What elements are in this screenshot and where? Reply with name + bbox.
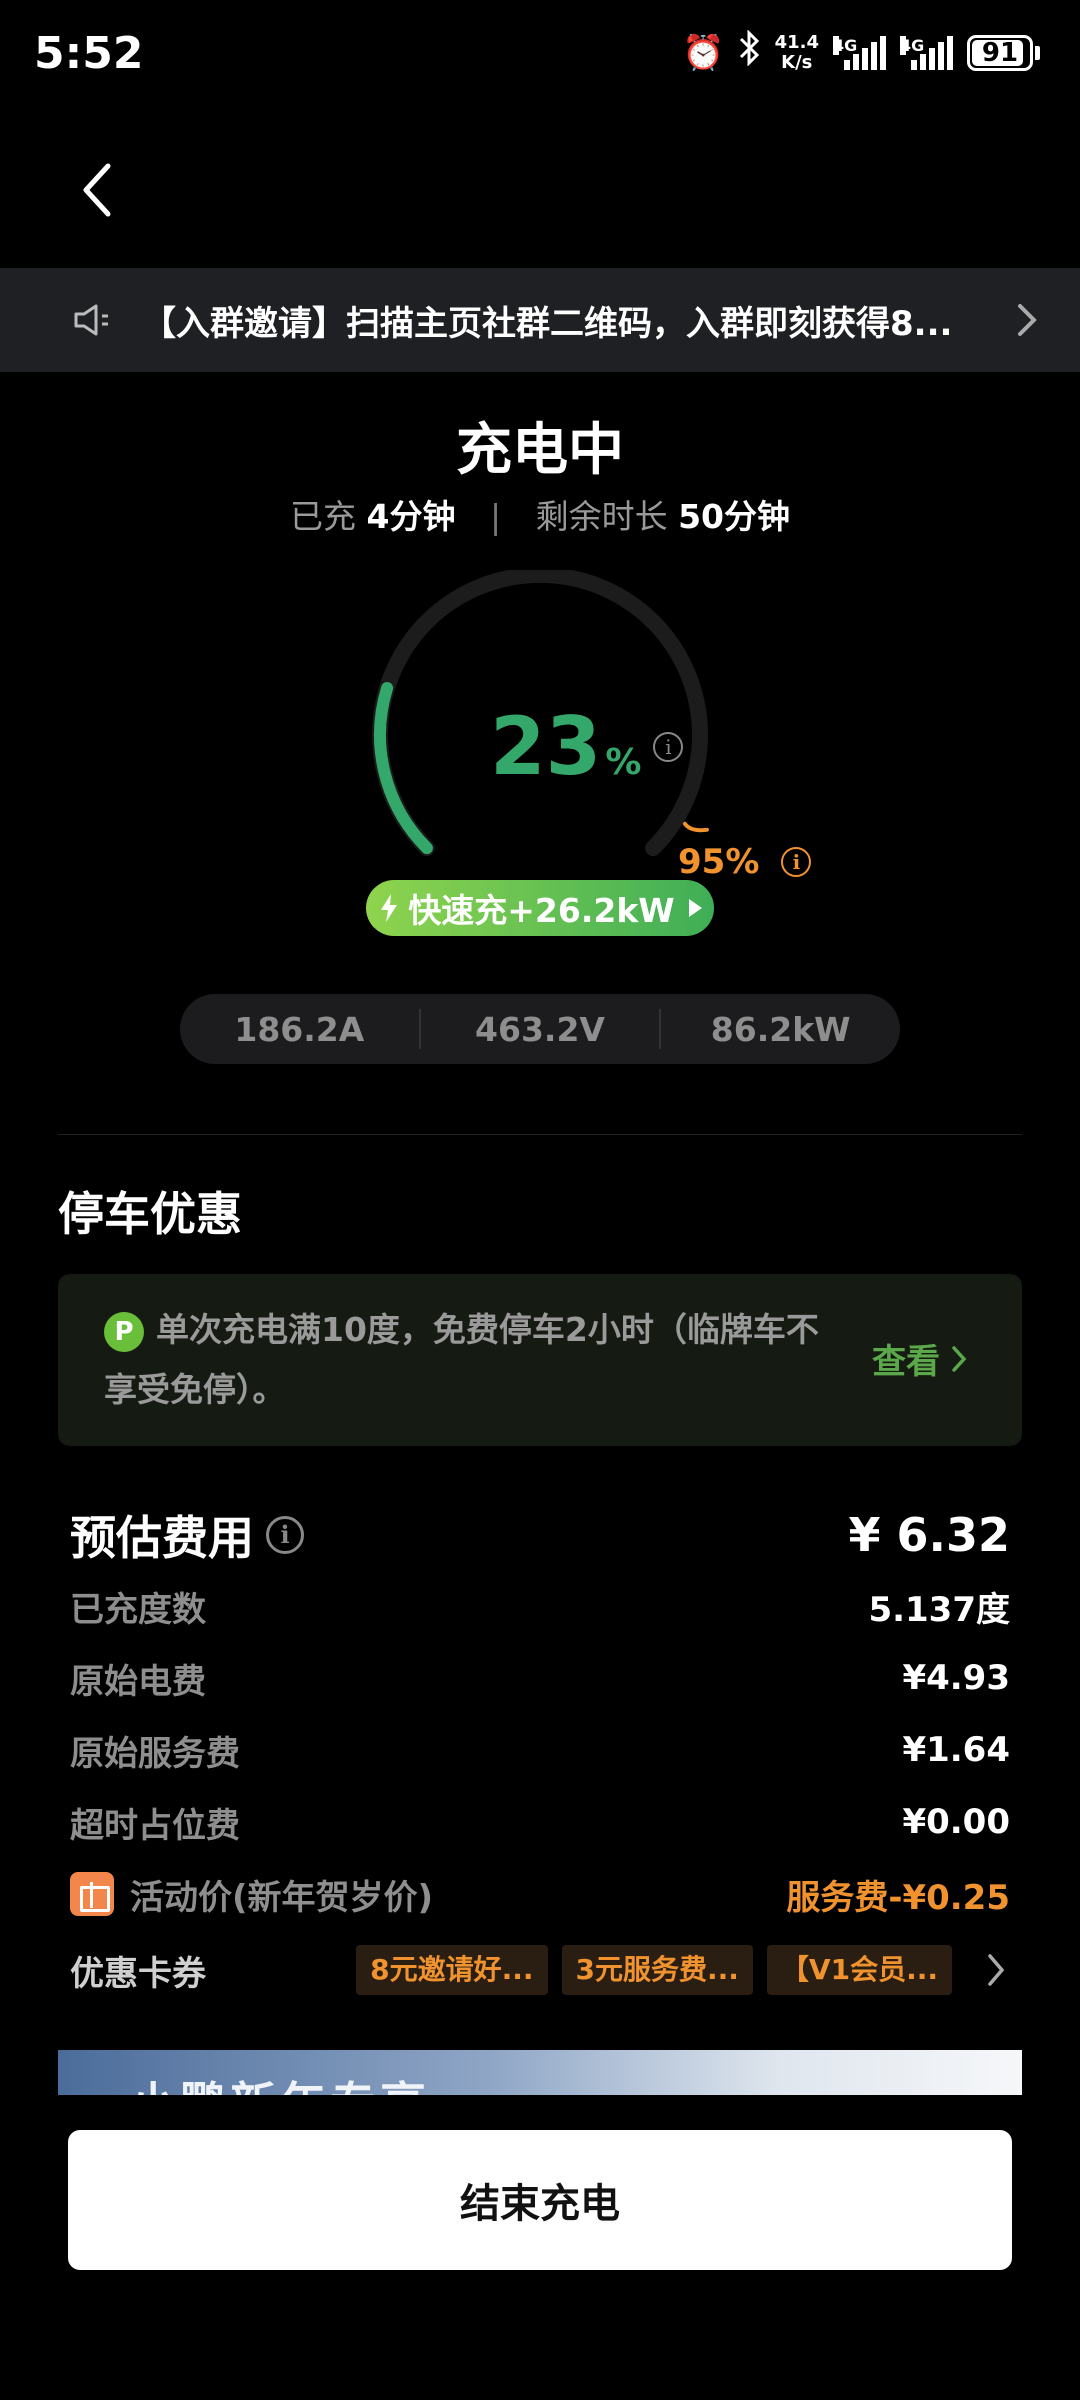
net-speed: 41.4 K/s — [774, 31, 819, 73]
charge-percent: 23 % i — [490, 700, 684, 793]
back-button[interactable] — [78, 160, 138, 220]
charging-duration: 已充 4分钟 | 剩余时长 50分钟 — [0, 490, 1080, 538]
charging-status-title: 充电中 — [456, 418, 624, 483]
notice-bar[interactable]: 【入群邀请】扫描主页社群二维码，入群即刻获得8... — [0, 268, 1080, 372]
charged-label: 已充 — [289, 497, 356, 536]
coupon-list: 8元邀请好... 3元服务费... 【V1会员... — [356, 1945, 1010, 1995]
fee-row-value: ¥1.64 — [902, 1730, 1010, 1770]
parking-view-link[interactable]: 查看 — [872, 1334, 968, 1383]
bolt-icon — [381, 894, 398, 922]
metric-voltage: 463.2V — [475, 1009, 605, 1049]
battery-tip — [1035, 45, 1040, 60]
status-icons: ⏰ 41.4 K/s 4G 4G 91 — [682, 29, 1040, 75]
play-icon — [688, 899, 702, 917]
end-charging-button[interactable]: 结束充电 — [68, 2130, 1012, 2270]
signal-icon-2: 4G — [900, 35, 953, 70]
metric-current: 186.2A — [234, 1009, 365, 1049]
coupon-row[interactable]: 优惠卡券 8元邀请好... 3元服务费... 【V1会员... — [70, 1930, 1010, 2010]
chevron-left-icon — [83, 163, 111, 217]
gauge-fill — [374, 682, 433, 855]
fee-title: 预估费用 — [70, 1511, 254, 1565]
charged-value: 4分钟 — [366, 497, 456, 536]
fee-row: 超时占位费 ¥0.00 — [70, 1786, 1010, 1858]
status-bar: 5:52 ⏰ 41.4 K/s 4G 4G 91 — [0, 0, 1080, 120]
bluetooth-icon — [739, 29, 761, 75]
fee-row: 原始服务费 ¥1.64 — [70, 1714, 1010, 1786]
speaker-icon — [74, 304, 108, 336]
metric-power: 86.2kW — [710, 1009, 851, 1049]
promo-label: 活动价(新年贺岁价) — [130, 1877, 434, 1918]
divider — [58, 1134, 1022, 1135]
parking-description: 单次充电满10度，免费停车2小时（临牌车不享受免停）。 — [104, 1310, 819, 1409]
info-icon[interactable]: i — [653, 731, 684, 762]
parking-card[interactable]: P 单次充电满10度，免费停车2小时（临牌车不享受免停）。 查看 — [58, 1274, 1022, 1446]
chevron-right-icon — [952, 1345, 967, 1372]
fee-row: 原始电费 ¥4.93 — [70, 1642, 1010, 1714]
fee-row-value: 5.137度 — [868, 1589, 1010, 1630]
fee-row-label: 已充度数 — [70, 1589, 206, 1630]
parking-text: P 单次充电满10度，免费停车2小时（临牌车不享受免停）。 — [104, 1300, 824, 1420]
gauge-target-marker — [682, 821, 709, 833]
coupon-tag[interactable]: 8元邀请好... — [356, 1945, 548, 1995]
percent-symbol: % — [605, 742, 642, 783]
notice-text: 【入群邀请】扫描主页社群二维码，入群即刻获得8... — [142, 303, 953, 344]
coupon-tag[interactable]: 【V1会员... — [766, 1945, 952, 1995]
banner-text: 小鹏新年专享 — [130, 2068, 430, 2095]
separator: | — [489, 497, 502, 536]
parking-link-label: 查看 — [872, 1342, 940, 1382]
fee-row-value: ¥4.93 — [902, 1658, 1010, 1698]
promo-value: 服务费-¥0.25 — [786, 1877, 1010, 1918]
signal-icon: 4G — [833, 35, 886, 70]
target-soc[interactable]: 95% i — [678, 842, 812, 882]
gift-icon — [70, 1872, 114, 1916]
charging-metrics: 186.2A 463.2V 86.2kW — [180, 994, 900, 1064]
alarm-icon: ⏰ — [682, 32, 725, 73]
status-time: 5:52 — [34, 28, 144, 79]
info-icon[interactable]: i — [266, 1516, 304, 1554]
fee-section: 预估费用 i ¥ 6.32 已充度数 5.137度 原始电费 ¥4.93 原始服… — [70, 1500, 1010, 2010]
battery-icon: 91 — [967, 34, 1033, 71]
remaining-label: 剩余时长 — [535, 497, 668, 536]
parking-icon: P — [104, 1311, 144, 1352]
remaining-value: 50分钟 — [678, 497, 791, 536]
fee-total: ¥ 6.32 — [848, 1508, 1010, 1562]
fast-charge-pill[interactable]: 快速充+26.2kW — [366, 880, 714, 936]
fee-row-label: 原始电费 — [70, 1661, 206, 1702]
chevron-right-icon — [1018, 304, 1037, 336]
fee-row-label: 超时占位费 — [70, 1805, 240, 1846]
target-percent: 95% — [678, 842, 760, 882]
coupon-label: 优惠卡券 — [70, 1953, 206, 1994]
info-icon[interactable]: i — [781, 847, 812, 877]
fast-charge-label: 快速充+26.2kW — [408, 891, 675, 930]
fee-row: 已充度数 5.137度 — [70, 1570, 1010, 1642]
fee-row-label: 原始服务费 — [70, 1733, 240, 1774]
coupon-tag[interactable]: 3元服务费... — [561, 1945, 753, 1995]
parking-section-title: 停车优惠 — [58, 1187, 242, 1241]
fee-row-value: ¥0.00 — [902, 1802, 1010, 1842]
promo-row: 活动价(新年贺岁价) 服务费-¥0.25 — [70, 1858, 1010, 1930]
chevron-right-icon[interactable] — [982, 1950, 1010, 1990]
fee-header: 预估费用 i ¥ 6.32 — [70, 1500, 1010, 1570]
promo-banner[interactable]: 小鹏新年专享 — [58, 2050, 1022, 2095]
percent-number: 23 — [490, 700, 602, 793]
